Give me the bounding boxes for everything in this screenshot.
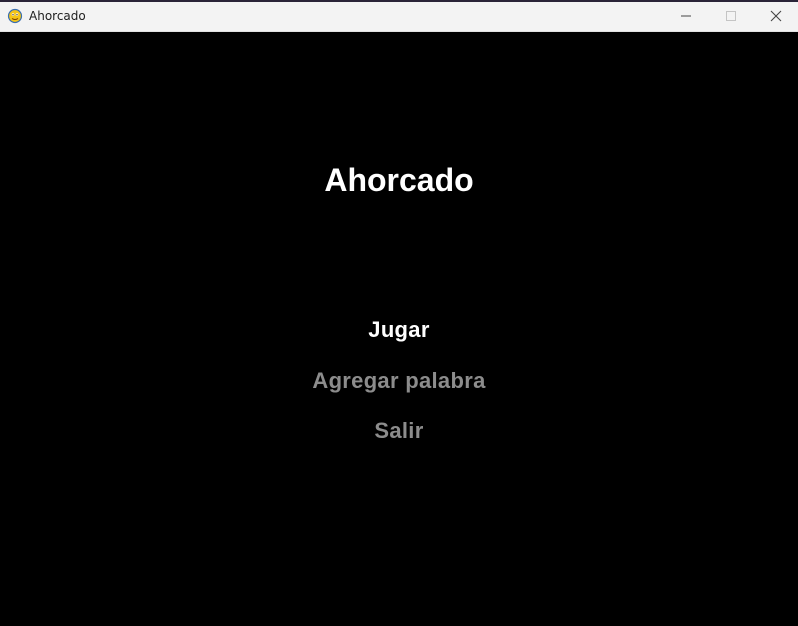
maximize-icon	[725, 11, 736, 21]
menu-item-salir[interactable]: Salir	[0, 417, 798, 445]
menu-item-jugar[interactable]: Jugar	[0, 316, 798, 344]
window-titlebar[interactable]: Ahorcado	[0, 0, 798, 32]
window-title: Ahorcado	[29, 9, 86, 23]
maximize-button[interactable]	[708, 0, 753, 32]
minimize-icon	[680, 15, 691, 17]
game-title: Ahorcado	[324, 162, 474, 198]
menu-item-agregar-palabra[interactable]: Agregar palabra	[0, 367, 798, 395]
close-icon	[770, 10, 781, 22]
app-window: Ahorcado Ahorcado Jugar Agregar palabra …	[0, 0, 798, 626]
game-canvas[interactable]: Ahorcado Jugar Agregar palabra Salir	[0, 32, 798, 626]
pygame-snake-icon	[7, 8, 23, 24]
minimize-button[interactable]	[663, 0, 708, 32]
close-button[interactable]	[753, 0, 798, 32]
